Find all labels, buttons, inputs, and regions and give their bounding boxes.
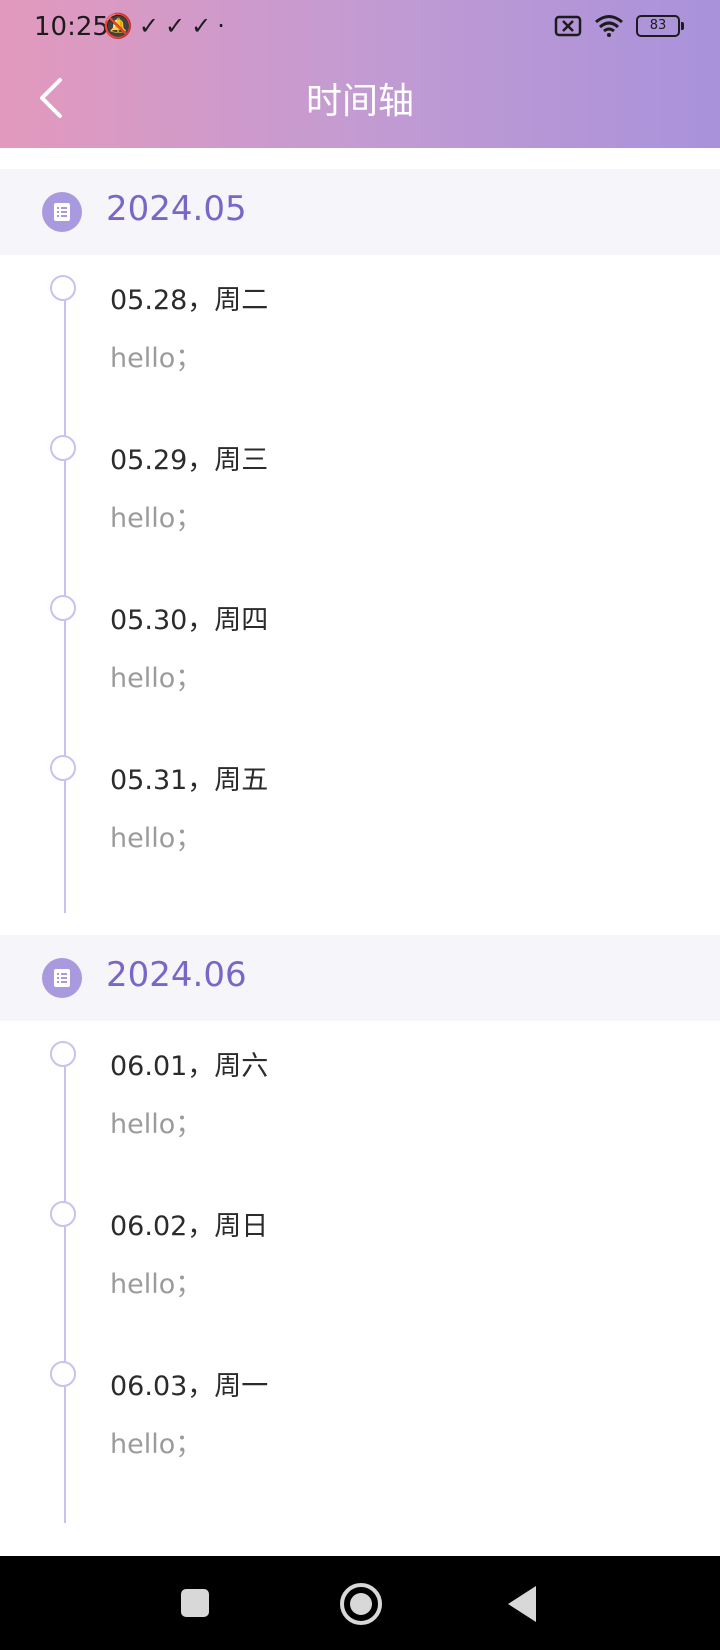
entry-date: 06.03，周一 xyxy=(110,1371,269,1402)
timeline-node xyxy=(50,435,76,461)
page-title: 时间轴 xyxy=(305,81,414,122)
entry-note[interactable]: hello； xyxy=(110,656,202,695)
entry-note[interactable]: hello； xyxy=(110,496,202,535)
entry-note[interactable]: hello； xyxy=(110,1102,202,1141)
timeline-node xyxy=(50,1041,76,1067)
timeline-line xyxy=(64,1051,66,1523)
month-header: 2024.05 xyxy=(0,169,720,255)
battery-indicator: 83 xyxy=(636,15,684,37)
timeline-node xyxy=(50,275,76,301)
entry-date: 06.01，周六 xyxy=(110,1051,269,1082)
month-header: 2024.06 xyxy=(0,935,720,1021)
timeline-node xyxy=(50,1201,76,1227)
status-right: 83 xyxy=(554,14,684,38)
timeline-node xyxy=(50,1361,76,1387)
recents-button[interactable] xyxy=(181,1589,209,1617)
entry-note[interactable]: hello； xyxy=(110,336,202,375)
month-label: 2024.05 xyxy=(106,189,247,229)
entry-note[interactable]: hello； xyxy=(110,816,202,855)
entry-note[interactable]: hello； xyxy=(110,1262,202,1301)
month-label: 2024.06 xyxy=(106,955,247,995)
entry-date: 05.29，周三 xyxy=(110,445,269,476)
system-back-button[interactable] xyxy=(508,1586,536,1622)
wifi-icon xyxy=(595,15,623,37)
timeline-list: 2024.05 05.28，周二 hello； 05.29，周三 hello； … xyxy=(0,148,720,1556)
entry-date: 05.30，周四 xyxy=(110,605,269,636)
app-header: 10:25 🔕✓✓✓· 83 时间轴 xyxy=(0,0,720,148)
system-nav-bar xyxy=(0,1556,720,1650)
status-time: 10:25 xyxy=(34,12,109,42)
list-icon xyxy=(42,958,82,998)
home-button[interactable] xyxy=(340,1583,382,1625)
timeline-node xyxy=(50,755,76,781)
notification-icons: 🔕✓✓✓· xyxy=(103,12,231,40)
entry-date: 05.28，周二 xyxy=(110,285,269,316)
entry-note[interactable]: hello； xyxy=(110,1422,202,1461)
sim-icon xyxy=(554,15,582,37)
timeline-node xyxy=(50,595,76,621)
entry-date: 05.31，周五 xyxy=(110,765,269,796)
entry-date: 06.02，周日 xyxy=(110,1211,269,1242)
list-icon xyxy=(42,192,82,232)
